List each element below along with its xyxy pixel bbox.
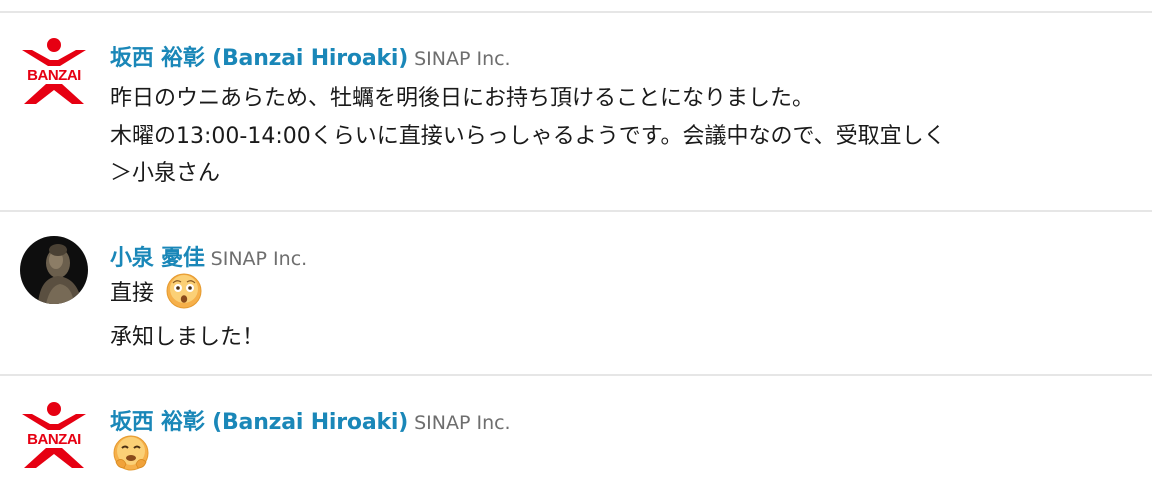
message-header: 小泉 憂佳 SINAP Inc. [110,240,307,272]
banzai-logo-icon: BANZAI [22,402,86,468]
message-text-line: 直接 [110,272,203,310]
banzai-logo-icon: BANZAI [22,38,86,104]
buddha-statue-photo-icon [20,236,88,304]
fearful-face-emoji-icon [113,435,149,471]
message-text-line: 木曜の13:00-14:00くらいに直接いらっしゃるようです。会議中なので、受取… [110,124,946,149]
top-divider [0,11,1152,13]
message-text-line: 昨日のウニあらため、牡蠣を明後日にお持ち頂けることになりました。 [110,86,815,111]
message-divider [0,210,1152,212]
message-emoji-line [110,434,150,472]
author-org: SINAP Inc. [210,248,308,270]
author-name[interactable]: 坂西 裕彰 (Banzai Hiroaki) [110,410,408,435]
svg-text:BANZAI: BANZAI [27,431,81,448]
message-divider [0,374,1152,376]
surprised-face-emoji-icon [166,273,202,309]
message-text: 直接 [110,281,155,306]
avatar[interactable]: BANZAI [20,400,88,468]
message-header: 坂西 裕彰 (Banzai Hiroaki) SINAP Inc. [110,40,511,72]
message-text-line: ＞小泉さん [110,161,221,186]
author-org: SINAP Inc. [414,412,511,434]
author-name[interactable]: 小泉 憂佳 [110,246,205,271]
message-header: 坂西 裕彰 (Banzai Hiroaki) SINAP Inc. [110,404,511,436]
author-org: SINAP Inc. [414,48,511,70]
avatar[interactable] [20,236,88,304]
author-name[interactable]: 坂西 裕彰 (Banzai Hiroaki) [110,46,408,71]
svg-text:BANZAI: BANZAI [27,67,81,84]
message-text-line: 承知しました！ [110,325,265,350]
avatar[interactable]: BANZAI [20,36,88,104]
